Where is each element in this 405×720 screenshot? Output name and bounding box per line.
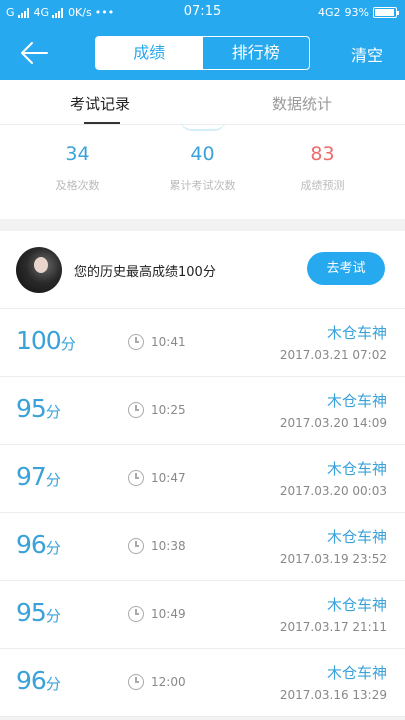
battery-icon	[373, 7, 399, 18]
score-unit: 分	[45, 403, 61, 421]
segment-ranking[interactable]: 排行榜	[203, 37, 310, 69]
score-unit: 分	[60, 335, 76, 353]
record-username: 木仓车神	[326, 664, 387, 682]
record-duration: 10:38	[151, 539, 186, 553]
stat-value: 40	[190, 143, 215, 165]
record-row[interactable]: 96分 12:00 木仓车神 2017.03.16 13:29	[0, 649, 405, 717]
record-username: 木仓车神	[326, 460, 387, 478]
record-date: 2017.03.16 13:29	[279, 688, 387, 702]
exam-records-list: 100分 10:41 木仓车神 2017.03.21 07:02 95分 10:25 木仓车…	[0, 309, 405, 717]
clock-icon	[128, 402, 144, 418]
record-username: 木仓车神	[326, 528, 387, 546]
record-score: 96分	[16, 530, 61, 559]
record-date: 2017.03.21 07:02	[279, 348, 387, 362]
clock-icon	[128, 606, 144, 622]
stat-label: 累计考试次数	[169, 179, 236, 192]
stat-total-exams: 40 累计考试次数	[135, 143, 270, 193]
record-score: 97分	[16, 462, 61, 491]
score-value: 97	[16, 462, 47, 491]
segment-scores[interactable]: 成绩	[96, 37, 203, 69]
score-value: 96	[16, 530, 47, 559]
record-duration: 12:00	[151, 675, 186, 689]
stat-label: 及格次数	[55, 179, 100, 192]
stat-score-prediction: 83 成绩预测	[255, 143, 390, 193]
score-value: 96	[16, 666, 47, 695]
record-username: 木仓车神	[326, 392, 387, 410]
stat-label: 成绩预测	[300, 179, 345, 192]
record-row[interactable]: 96分 10:38 木仓车神 2017.03.19 23:52	[0, 513, 405, 581]
decorative-arc	[180, 119, 226, 131]
record-date: 2017.03.17 21:11	[279, 620, 387, 634]
record-date: 2017.03.20 00:03	[279, 484, 387, 498]
record-username: 木仓车神	[326, 324, 387, 342]
record-date: 2017.03.20 14:09	[279, 416, 387, 430]
tab-data-stats[interactable]: 数据统计	[272, 93, 332, 114]
stats-panel: 34 及格次数 40 累计考试次数 83 成绩预测	[0, 125, 405, 219]
take-exam-button[interactable]: 去考试	[307, 252, 385, 285]
record-row[interactable]: 97分 10:47 木仓车神 2017.03.20 00:03	[0, 445, 405, 513]
back-button[interactable]	[18, 38, 50, 68]
score-value: 95	[16, 598, 47, 627]
record-duration: 10:47	[151, 471, 186, 485]
stat-value: 83	[310, 143, 335, 165]
best-score-text: 您的历史最高成绩100分	[74, 265, 216, 280]
nav-bar: 成绩 排行榜 清空	[0, 26, 405, 80]
score-unit: 分	[45, 539, 61, 557]
stat-value: 34	[65, 143, 90, 165]
status-bar: G 4G 0K/s ••• 07:15 4G2 93%	[0, 0, 405, 26]
tab-exam-records[interactable]: 考试记录	[70, 93, 130, 114]
record-duration: 10:49	[151, 607, 186, 621]
score-unit: 分	[45, 607, 61, 625]
clock-icon	[128, 470, 144, 486]
record-duration: 10:25	[151, 403, 186, 417]
record-score: 95分	[16, 394, 61, 423]
clock-icon	[128, 538, 144, 554]
status-right: 4G2 93%	[318, 6, 399, 19]
record-date: 2017.03.19 23:52	[279, 552, 387, 566]
score-value: 95	[16, 394, 47, 423]
back-arrow-icon	[21, 42, 48, 64]
clock-icon	[128, 334, 144, 350]
clock-icon	[128, 674, 144, 690]
record-row[interactable]: 95分 10:49 木仓车神 2017.03.17 21:11	[0, 581, 405, 649]
score-unit: 分	[45, 675, 61, 693]
record-score: 95分	[16, 598, 61, 627]
record-score: 100分	[16, 326, 76, 355]
record-username: 木仓车神	[326, 596, 387, 614]
best-score-banner: 您的历史最高成绩100分 去考试	[0, 231, 405, 309]
record-score: 96分	[16, 666, 61, 695]
record-row[interactable]: 95分 10:25 木仓车神 2017.03.20 14:09	[0, 377, 405, 445]
avatar	[16, 247, 62, 293]
score-unit: 分	[45, 471, 61, 489]
score-value: 100	[16, 326, 62, 355]
clear-button[interactable]: 清空	[351, 42, 383, 66]
segment-control: 成绩 排行榜	[95, 36, 310, 70]
right-network-label: 4G2	[318, 6, 341, 19]
record-row[interactable]: 100分 10:41 木仓车神 2017.03.21 07:02	[0, 309, 405, 377]
tab-indicator	[84, 122, 120, 124]
record-duration: 10:41	[151, 335, 186, 349]
battery-percent: 93%	[344, 6, 369, 19]
stat-pass-count: 34 及格次数	[10, 143, 145, 193]
